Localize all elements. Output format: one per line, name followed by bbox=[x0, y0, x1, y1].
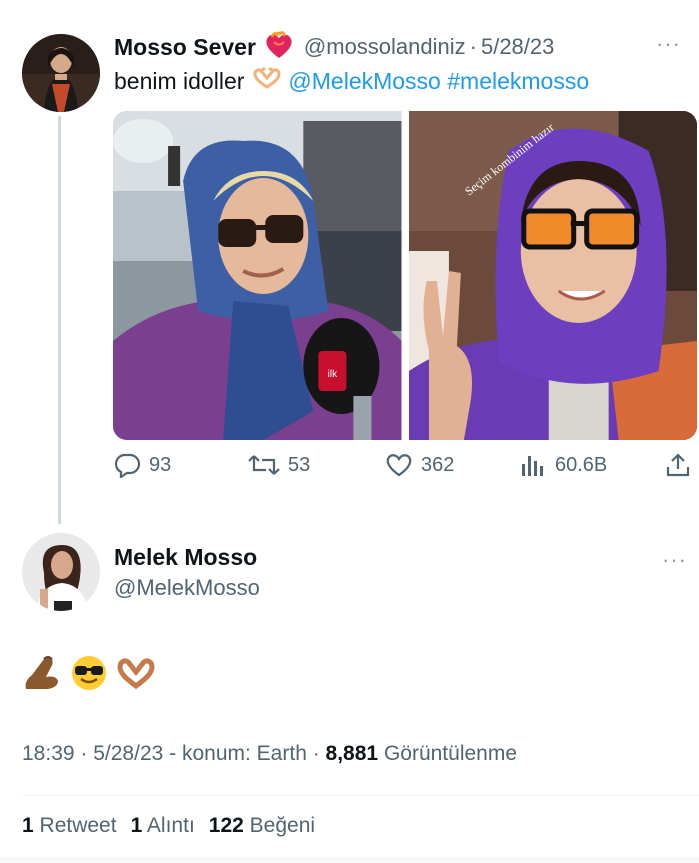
heart-hands-emoji-icon bbox=[116, 656, 156, 695]
quotes-stat-label: Alıntı bbox=[142, 814, 195, 837]
tweet1-header: Mosso Sever @mossolandiniz · 5/28/23 ··· bbox=[114, 30, 687, 64]
heart-hands-emoji-icon bbox=[252, 66, 282, 95]
tweet2-text bbox=[22, 653, 156, 698]
photo-melek-mosso-selfie[interactable]: Seçim kombinim hazır bbox=[408, 111, 697, 440]
reply-icon bbox=[113, 452, 141, 478]
tweet2-time[interactable]: 18:39 bbox=[22, 742, 75, 765]
likes-stat-label: Beğeni bbox=[243, 814, 316, 837]
reply-button[interactable]: 93 bbox=[113, 452, 171, 478]
quotes-stat-count: 1 bbox=[130, 814, 143, 837]
tweet2-more-icon[interactable]: ··· bbox=[662, 547, 687, 573]
tweet2-meta: 18:39 · 5/28/23 - konum: Earth · 8,881 G… bbox=[22, 742, 517, 766]
avatar-melek-mosso[interactable] bbox=[22, 533, 100, 611]
tweet2-stats: 1 Retweet 1 Alıntı 122 Beğeni bbox=[22, 814, 315, 838]
like-count: 362 bbox=[421, 453, 455, 476]
retweet-icon bbox=[248, 452, 280, 478]
reply-count: 93 bbox=[149, 453, 172, 476]
meta-separator: · bbox=[306, 742, 326, 765]
photo-older-woman-interview[interactable]: ilk bbox=[113, 111, 402, 440]
tweet1-handle[interactable]: @mossolandiniz bbox=[304, 34, 466, 60]
retweet-button[interactable]: 53 bbox=[248, 452, 310, 478]
tweet1-display-name[interactable]: Mosso Sever bbox=[114, 34, 256, 61]
divider bbox=[22, 795, 699, 796]
tweet1-text: benim idoller @MelekMosso #melekmosso bbox=[114, 66, 589, 95]
meta-separator: · bbox=[74, 742, 94, 765]
pinched-fingers-emoji-icon bbox=[22, 653, 62, 698]
thread-connector-line bbox=[58, 116, 61, 524]
tweet1-mention-link[interactable]: @MelekMosso bbox=[288, 68, 440, 95]
mic-brand-label: ilk bbox=[328, 369, 338, 380]
likes-stat-link[interactable]: 122 Beğeni bbox=[209, 814, 315, 837]
retweet-count: 53 bbox=[288, 453, 311, 476]
share-button[interactable] bbox=[665, 452, 691, 478]
tweet2-handle[interactable]: @MelekMosso bbox=[114, 575, 260, 601]
quotes-stat-link[interactable]: 1 Alıntı bbox=[131, 814, 195, 837]
retweets-stat-label: Retweet bbox=[33, 814, 117, 837]
tweet2-location: - konum: Earth bbox=[163, 742, 307, 765]
share-icon bbox=[665, 452, 691, 478]
bottom-divider bbox=[0, 857, 699, 863]
tweet1-separator: · bbox=[469, 34, 477, 59]
tweet1-media-grid: ilk Seçim kombinim hazır bbox=[113, 111, 697, 440]
analytics-bars-icon bbox=[519, 452, 547, 478]
tweet1-text-prefix: benim idoller bbox=[114, 67, 245, 94]
retweets-stat-count: 1 bbox=[22, 814, 34, 837]
tweet2-display-name[interactable]: Melek Mosso bbox=[114, 544, 257, 571]
smiling-face-with-sunglasses-emoji-icon bbox=[70, 654, 108, 697]
tweet1-more-icon[interactable]: ··· bbox=[656, 31, 681, 57]
retweets-stat-link[interactable]: 1 Retweet bbox=[22, 814, 117, 837]
like-button[interactable]: 362 bbox=[385, 452, 454, 478]
heart-icon bbox=[385, 452, 413, 478]
tweet1-hashtag-link[interactable]: #melekmosso bbox=[447, 68, 589, 95]
tweet1-action-bar: 93 53 362 60.6B bbox=[113, 452, 693, 488]
tweet2-views-count: 8,881 bbox=[325, 742, 379, 765]
tweet1-date[interactable]: 5/28/23 bbox=[481, 34, 554, 60]
views-button[interactable]: 60.6B bbox=[519, 452, 607, 478]
views-count: 60.6B bbox=[555, 453, 608, 476]
heart-on-fire-icon bbox=[264, 30, 294, 64]
likes-stat-count: 122 bbox=[208, 814, 244, 837]
tweet2-views-label: Görüntülenme bbox=[378, 742, 518, 765]
avatar-mosso-sever[interactable] bbox=[22, 34, 100, 112]
tweet2-date[interactable]: 5/28/23 bbox=[93, 742, 163, 765]
